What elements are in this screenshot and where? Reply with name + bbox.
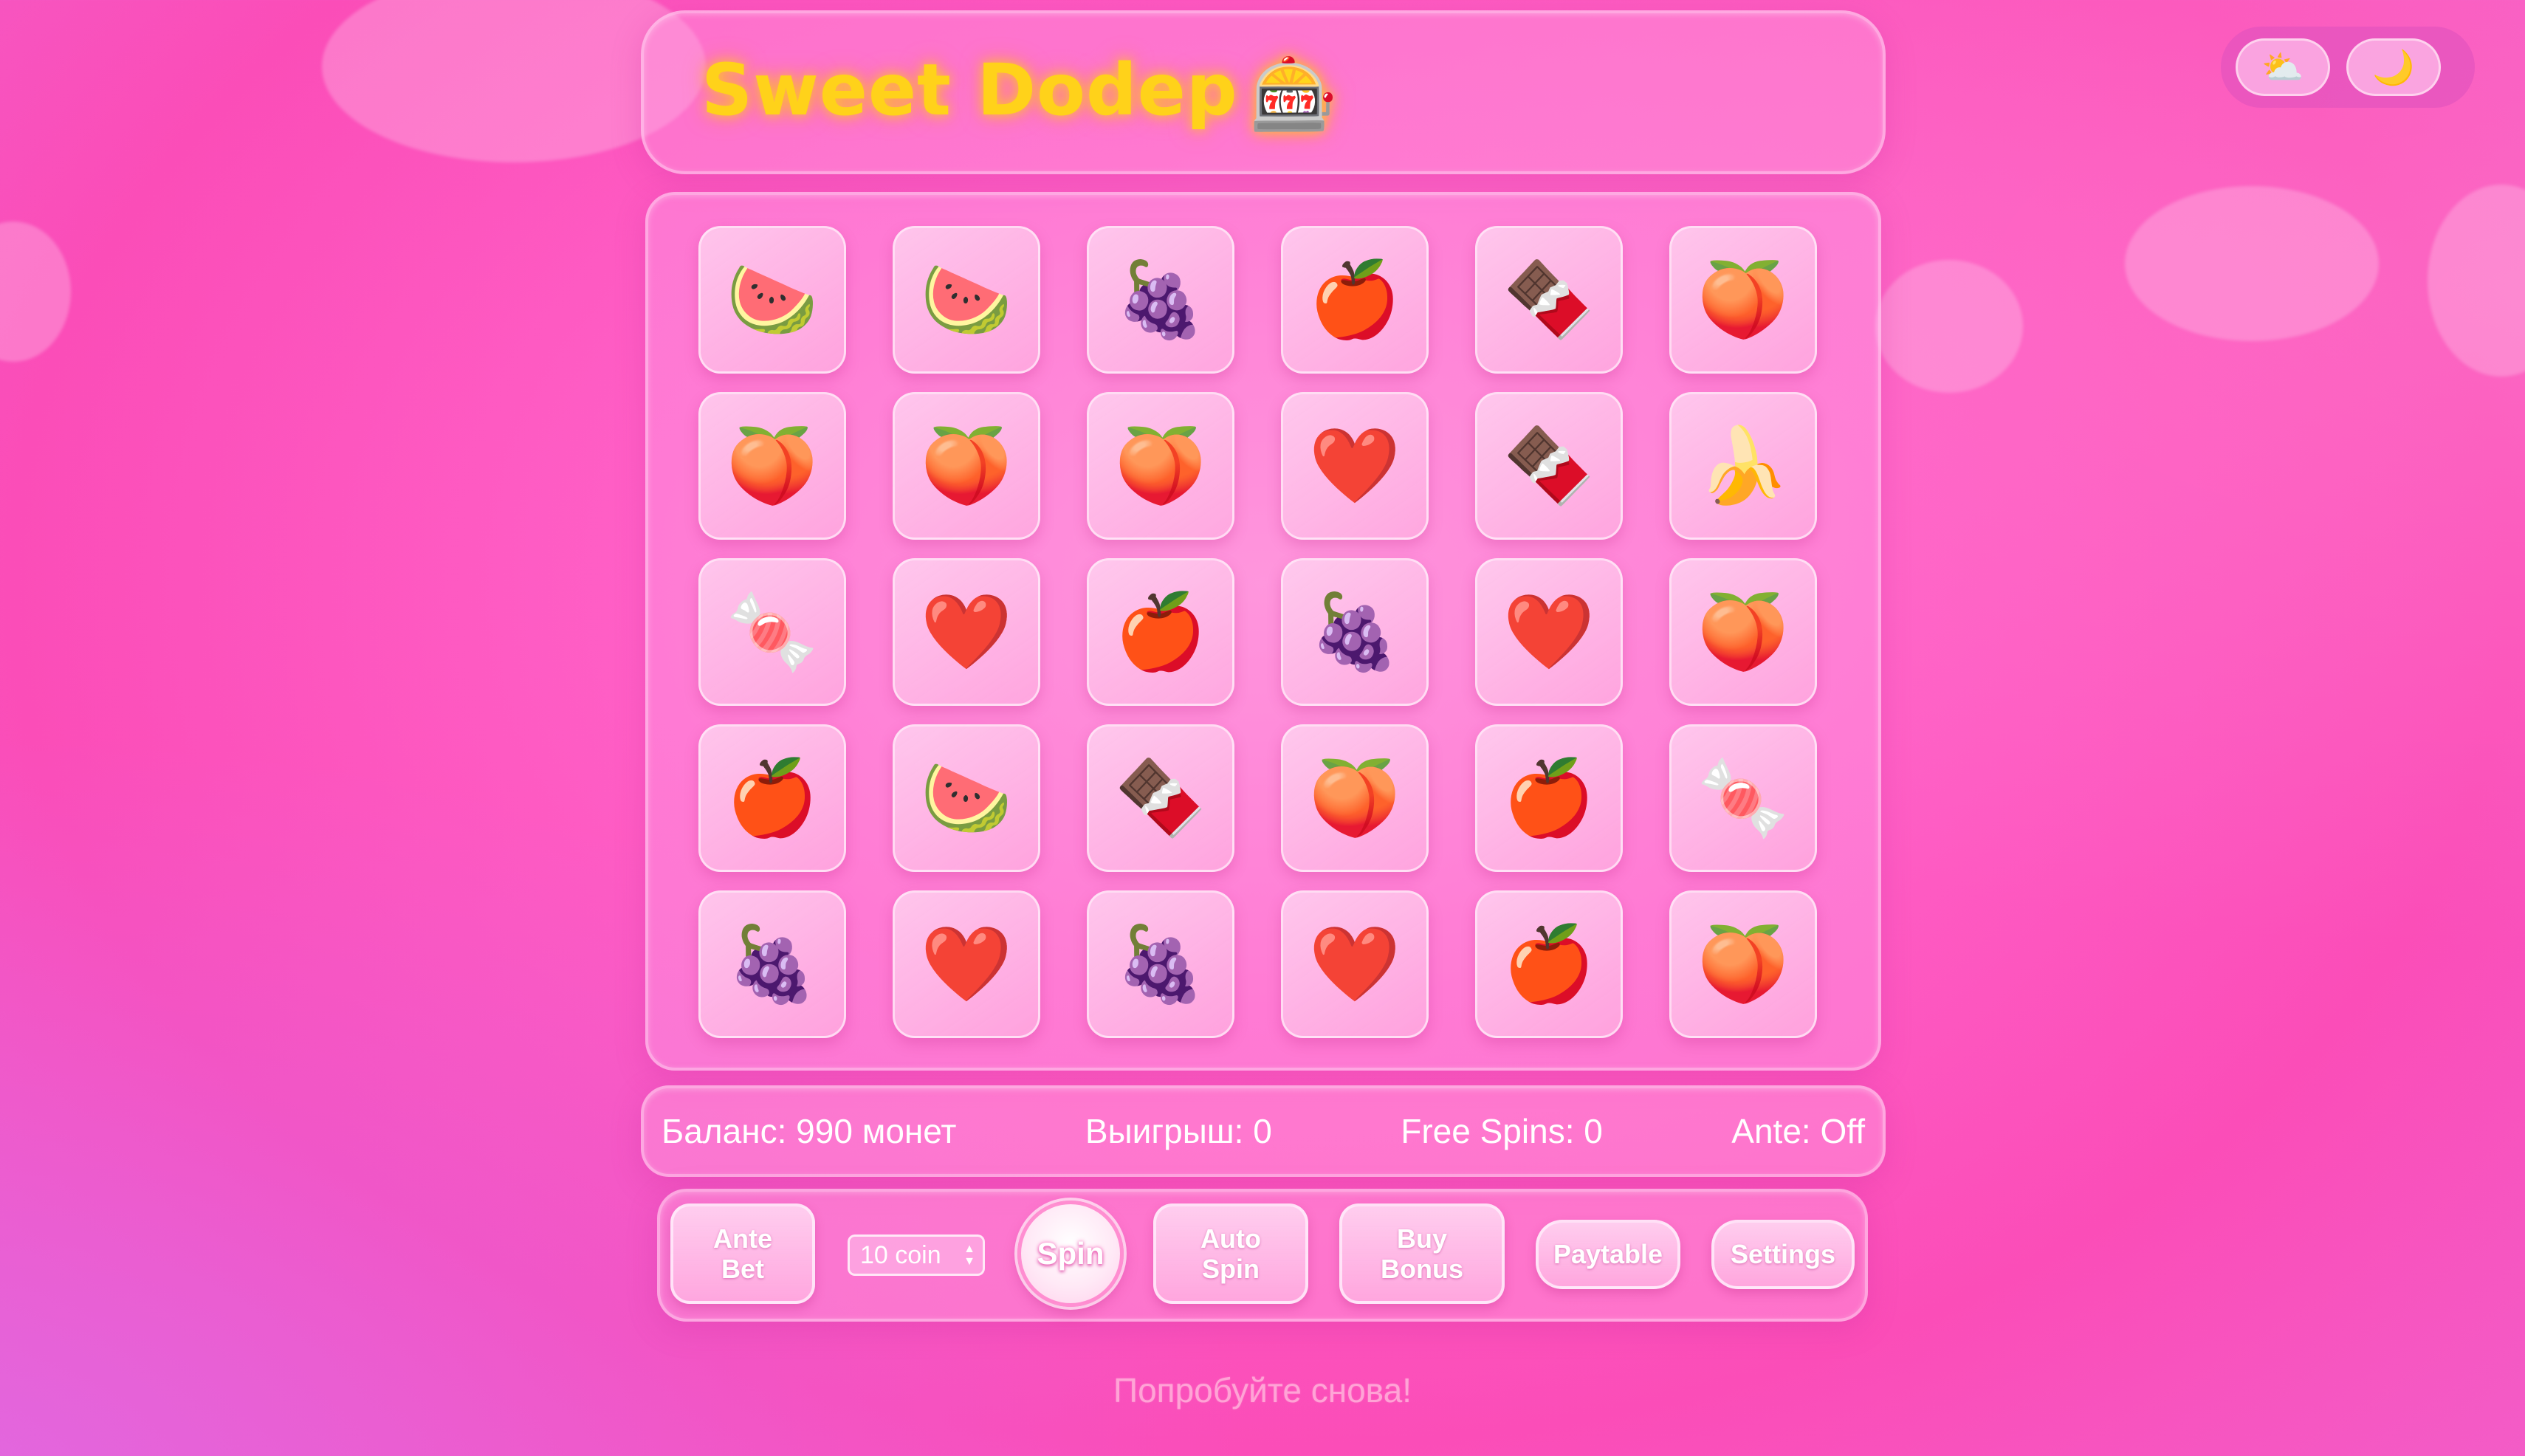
ante-status-display: Ante: Off (1731, 1112, 1865, 1150)
reel-cell: 🍌 (1669, 392, 1817, 540)
reel-cell: 🍑 (1669, 890, 1817, 1038)
buy-bonus-button[interactable]: Buy Bonus (1339, 1203, 1505, 1304)
settings-button[interactable]: Settings (1711, 1220, 1855, 1289)
reel-cell: 🍎 (1475, 724, 1623, 872)
reel-cell: ❤️ (1281, 890, 1429, 1038)
grapes-icon: 🍇 (1114, 256, 1207, 343)
peach-icon: 🍑 (920, 422, 1013, 509)
reel-cell: 🍑 (1281, 724, 1429, 872)
heart-icon: ❤️ (1308, 921, 1401, 1007)
watermelon-icon: 🍉 (920, 256, 1013, 343)
slot-machine-icon: 🎰 (1249, 53, 1339, 136)
background-cloud (0, 222, 71, 362)
chocolate-icon: 🍫 (1114, 755, 1207, 841)
settings-label: Settings (1730, 1239, 1835, 1270)
apple-icon: 🍎 (1502, 921, 1595, 1007)
reel-cell: ❤️ (1475, 558, 1623, 706)
reel-cell: 🍑 (1087, 392, 1234, 540)
game-title: Sweet Dodep 🎰 (701, 49, 1339, 137)
stats-bar: Баланс: 990 монет Выигрыш: 0 Free Spins:… (641, 1085, 1886, 1177)
peach-icon: 🍑 (726, 422, 819, 509)
background-cloud (1875, 260, 2023, 393)
heart-icon: ❤️ (1308, 422, 1401, 509)
peach-icon: 🍑 (1697, 921, 1790, 1007)
grapes-icon: 🍇 (1308, 588, 1401, 675)
reel-cell: 🍇 (1087, 226, 1234, 374)
watermelon-icon: 🍉 (726, 256, 819, 343)
grapes-icon: 🍇 (1114, 921, 1207, 1007)
ante-bet-label-line2: Bet (721, 1254, 764, 1284)
auto-spin-label-line1: Auto (1200, 1223, 1261, 1254)
free-spins-display: Free Spins: 0 (1401, 1112, 1603, 1150)
header-panel: Sweet Dodep 🎰 (641, 10, 1886, 174)
reel-cell: 🍑 (893, 392, 1040, 540)
balance-display: Баланс: 990 монет (662, 1112, 957, 1150)
reel-cell: 🍉 (893, 226, 1040, 374)
chocolate-icon: 🍫 (1502, 422, 1595, 509)
win-display: Выигрыш: 0 (1085, 1112, 1272, 1150)
apple-icon: 🍎 (1502, 755, 1595, 841)
bet-size-select[interactable]: 10 coin ▲ ▼ (848, 1234, 985, 1276)
candy-icon: 🍬 (726, 588, 819, 675)
watermelon-icon: 🍉 (920, 755, 1013, 841)
buy-bonus-label-line1: Buy (1396, 1223, 1447, 1254)
reel-cell: 🍬 (698, 558, 846, 706)
background-cloud (2428, 185, 2525, 377)
auto-spin-label-line2: Spin (1202, 1254, 1260, 1284)
apple-icon: 🍎 (1308, 256, 1401, 343)
reel-cell: 🍬 (1669, 724, 1817, 872)
spin-button-label: Spin (1037, 1236, 1105, 1271)
dark-theme-button[interactable]: 🌙 (2346, 38, 2441, 96)
reel-cell: ❤️ (1281, 392, 1429, 540)
apple-icon: 🍎 (726, 755, 819, 841)
reel-cell: 🍉 (698, 226, 846, 374)
spin-button[interactable]: Spin (1017, 1201, 1124, 1307)
reel-grid: 🍉 🍉 🍇 🍎 🍫 🍑 🍑 🍑 🍑 ❤️ 🍫 🍌 🍬 ❤️ 🍎 🍇 ❤️ 🍑 🍎 🍉 🍫 🍑 🍎 🍬 🍇 ❤️ 🍇 ❤️ 🍎 🍑 (645, 192, 1881, 1071)
buy-bonus-label-line2: Bonus (1381, 1254, 1463, 1284)
light-theme-button[interactable]: ⛅ (2236, 38, 2330, 96)
banana-icon: 🍌 (1697, 422, 1790, 509)
theme-switcher: ⛅ 🌙 (2221, 27, 2475, 108)
reel-cell: 🍫 (1475, 226, 1623, 374)
paytable-label: Paytable (1553, 1239, 1663, 1270)
reel-cell: 🍇 (1281, 558, 1429, 706)
peach-icon: 🍑 (1697, 588, 1790, 675)
reel-cell: 🍑 (698, 392, 846, 540)
reel-cell: 🍫 (1475, 392, 1623, 540)
reel-cell: 🍑 (1669, 226, 1817, 374)
reel-cell: 🍉 (893, 724, 1040, 872)
sun-behind-cloud-icon: ⛅ (2261, 47, 2304, 87)
apple-icon: 🍎 (1114, 588, 1207, 675)
reel-cell: 🍑 (1669, 558, 1817, 706)
heart-icon: ❤️ (920, 588, 1013, 675)
paytable-button[interactable]: Paytable (1536, 1220, 1680, 1289)
reel-cell: 🍫 (1087, 724, 1234, 872)
crescent-moon-icon: 🌙 (2372, 47, 2415, 87)
bet-size-value: 10 coin (860, 1240, 941, 1269)
grapes-icon: 🍇 (726, 921, 819, 1007)
reel-cell: 🍇 (698, 890, 846, 1038)
reel-cell: ❤️ (893, 890, 1040, 1038)
ante-bet-button[interactable]: Ante Bet (670, 1203, 815, 1304)
reel-cell: 🍇 (1087, 890, 1234, 1038)
game-title-text: Sweet Dodep (701, 49, 1238, 131)
peach-icon: 🍑 (1697, 256, 1790, 343)
reel-cell: 🍎 (1475, 890, 1623, 1038)
reel-cell: ❤️ (893, 558, 1040, 706)
peach-icon: 🍑 (1308, 755, 1401, 841)
heart-icon: ❤️ (1502, 588, 1595, 675)
reel-cell: 🍎 (1281, 226, 1429, 374)
status-message: Попробуйте снова! (1113, 1371, 1412, 1409)
ante-bet-label-line1: Ante (713, 1223, 772, 1254)
peach-icon: 🍑 (1114, 422, 1207, 509)
reel-cell: 🍎 (698, 724, 846, 872)
auto-spin-button[interactable]: Auto Spin (1153, 1203, 1308, 1304)
chocolate-icon: 🍫 (1502, 256, 1595, 343)
heart-icon: ❤️ (920, 921, 1013, 1007)
reel-cell: 🍎 (1087, 558, 1234, 706)
background-cloud (2125, 186, 2379, 341)
candy-icon: 🍬 (1697, 755, 1790, 841)
select-arrows-icon: ▲ ▼ (963, 1243, 975, 1268)
